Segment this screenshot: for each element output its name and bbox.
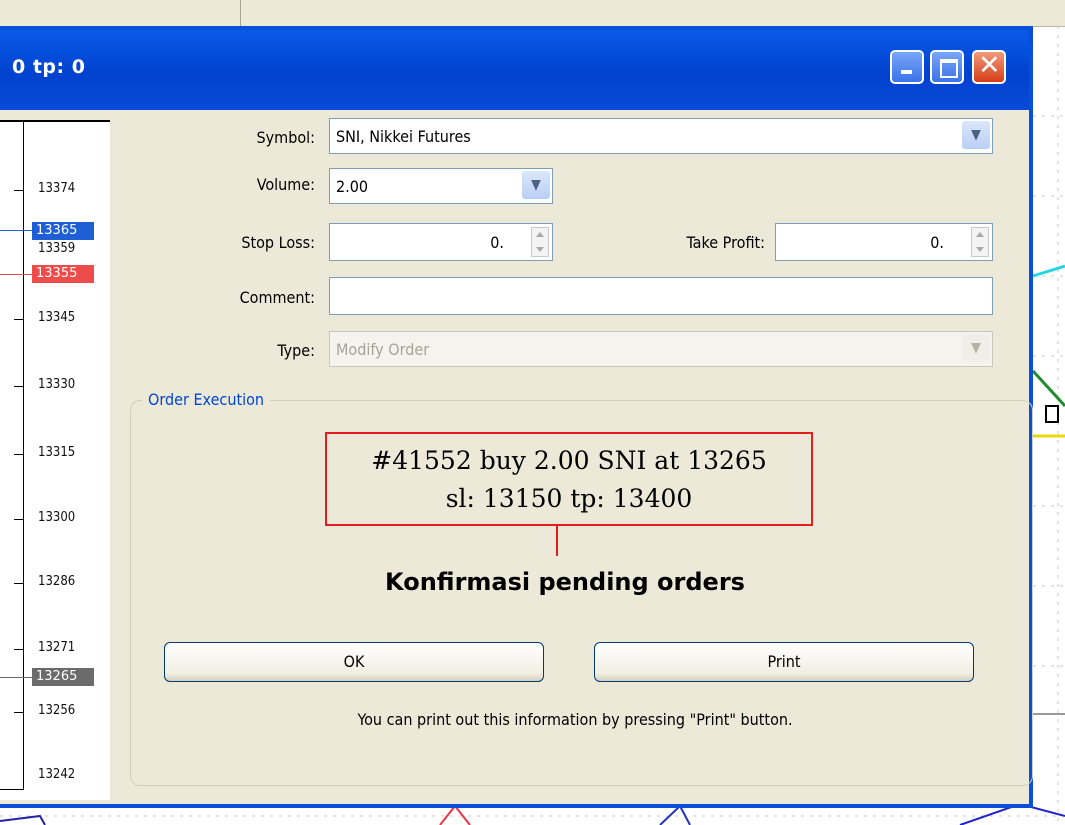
toolbar-separator [240, 0, 241, 26]
take-profit-stepper[interactable]: 0. [775, 223, 993, 261]
print-button[interactable]: Print [594, 642, 974, 682]
price-axis-line [23, 120, 24, 790]
stop-loss-label: Stop Loss: [241, 233, 315, 252]
volume-label: Volume: [256, 175, 315, 194]
window-title: 0 tp: 0 [12, 56, 86, 78]
title-bar[interactable]: 0 tp: 0 ✕ [0, 30, 1029, 110]
spinner-icon[interactable] [531, 227, 549, 257]
order-info-box: #41552 buy 2.00 SNI at 13265 sl: 13150 t… [325, 432, 813, 526]
axis-highlight-red: 13355 [32, 265, 94, 283]
maximize-icon [940, 59, 958, 78]
ok-button[interactable]: OK [164, 642, 544, 682]
annotation-text: Konfirmasi pending orders [385, 568, 745, 596]
axis-bottom-border [0, 789, 24, 790]
stop-loss-value: 0. [490, 233, 504, 252]
take-profit-label: Take Profit: [686, 233, 765, 252]
axis-label: 13271 [38, 640, 76, 655]
gray-price-marker-line [0, 677, 32, 678]
stop-loss-stepper[interactable]: 0. [329, 223, 553, 261]
axis-label: 13256 [38, 703, 76, 718]
close-icon: ✕ [978, 50, 1001, 81]
axis-tick [14, 712, 23, 713]
blue-price-marker-line [0, 230, 32, 231]
close-button[interactable]: ✕ [972, 50, 1006, 84]
axis-label: 13242 [38, 767, 76, 782]
axis-label: 13345 [38, 310, 76, 325]
minimize-button[interactable] [890, 50, 924, 84]
axis-label: 13330 [38, 377, 76, 392]
symbol-value: SNI, Nikkei Futures [336, 127, 471, 146]
candle-body [1045, 405, 1059, 423]
axis-tick [14, 190, 23, 191]
price-axis-panel: 13374 13365 13359 13355 13345 13330 1331… [0, 120, 110, 800]
order-execution-title: Order Execution [142, 390, 271, 409]
symbol-select[interactable]: SNI, Nikkei Futures ▼ [329, 118, 993, 154]
annotation-connector [556, 526, 558, 556]
axis-label: 13359 [38, 241, 76, 256]
axis-highlight-gray: 13265 [32, 668, 94, 686]
axis-label: 13286 [38, 574, 76, 589]
cyan-indicator-line [1032, 264, 1065, 278]
axis-label: 13300 [38, 510, 76, 525]
background-toolbar: ·· ·· ·· ·· [0, 0, 1065, 27]
order-info-line-1: #41552 buy 2.00 SNI at 13265 [371, 446, 767, 475]
green-indicator-line [1031, 369, 1065, 408]
axis-tick [14, 519, 23, 520]
volume-select[interactable]: 2.00 ▼ [329, 168, 553, 204]
comment-label: Comment: [239, 288, 315, 307]
volume-value: 2.00 [336, 177, 369, 196]
take-profit-value: 0. [930, 233, 944, 252]
order-dialog-window: 0 tp: 0 ✕ 13374 13365 13359 13355 13345 … [0, 26, 1033, 808]
chevron-down-icon[interactable]: ▼ [962, 334, 990, 362]
axis-tick [14, 386, 23, 387]
red-price-line [439, 804, 471, 825]
axis-label: 13374 [38, 181, 76, 196]
axis-tick [14, 454, 23, 455]
axis-label: 13315 [38, 445, 76, 460]
axis-tick [14, 583, 23, 584]
spinner-icon[interactable] [971, 227, 989, 257]
axis-highlight-blue: 13365 [32, 222, 94, 240]
axis-top-border [0, 120, 110, 122]
axis-tick [14, 649, 23, 650]
chevron-down-icon[interactable]: ▼ [522, 171, 550, 199]
red-price-marker-line [0, 274, 32, 275]
type-select[interactable]: Modify Order ▼ [329, 331, 993, 367]
type-label: Type: [277, 341, 315, 360]
blue-price-line [0, 814, 46, 825]
comment-input[interactable] [329, 277, 993, 315]
symbol-label: Symbol: [256, 128, 315, 147]
print-hint-text: You can print out this information by pr… [357, 710, 793, 729]
type-value: Modify Order [336, 340, 430, 359]
chevron-down-icon[interactable]: ▼ [962, 121, 990, 149]
minimize-icon [901, 70, 912, 74]
order-info-line-2: sl: 13150 tp: 13400 [445, 484, 693, 513]
maximize-button[interactable] [930, 50, 964, 84]
axis-tick [14, 319, 23, 320]
background-toolbar-text: ·· ·· ·· ·· [28, 0, 95, 7]
